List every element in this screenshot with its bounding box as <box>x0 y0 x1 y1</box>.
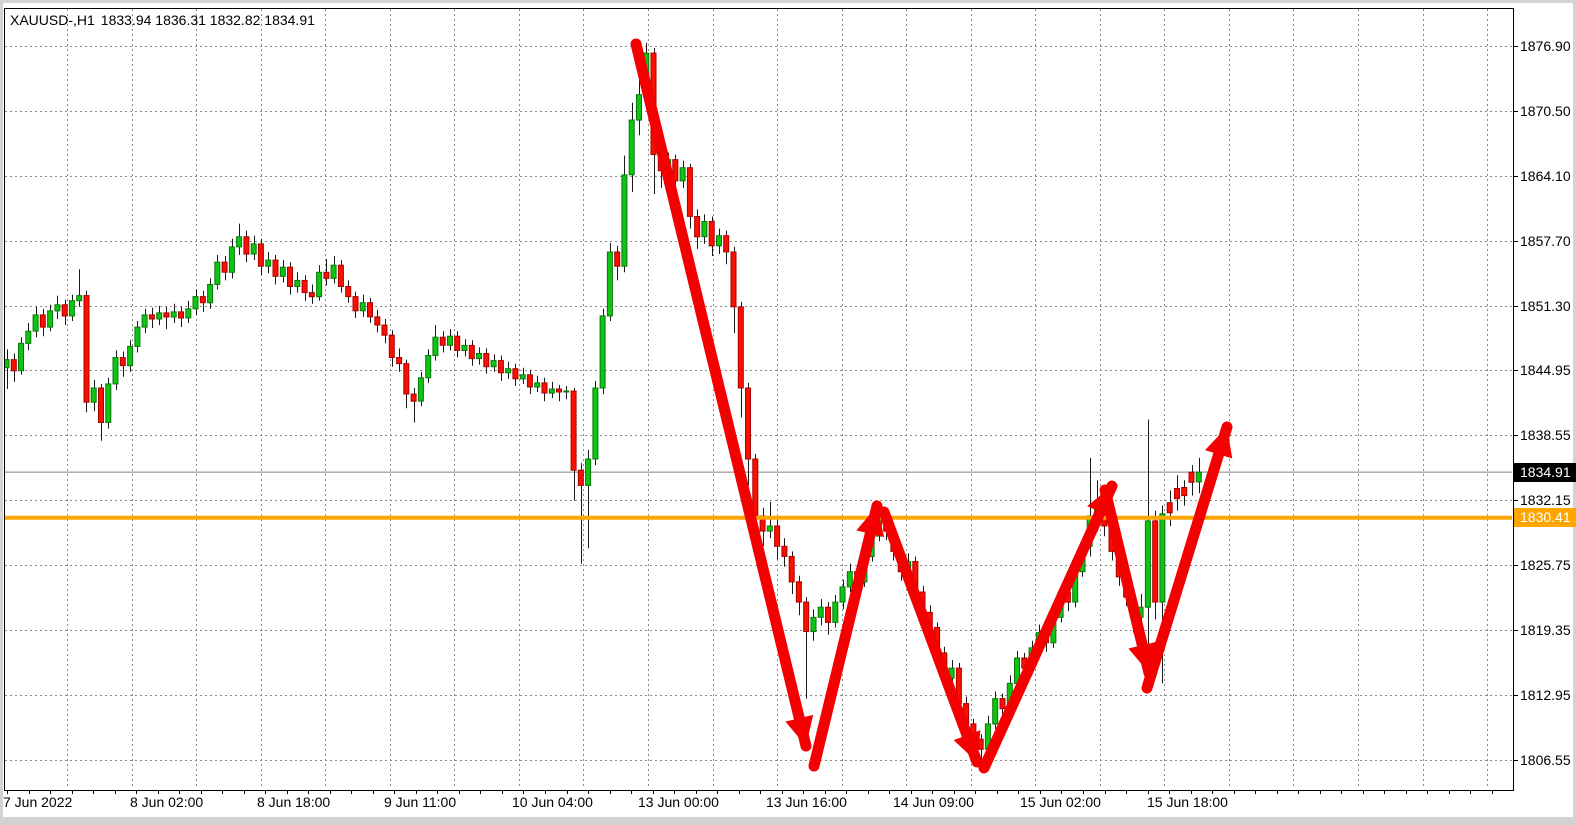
price-label: 1851.30 <box>1520 298 1571 314</box>
time-label: 7 Jun 2022 <box>3 794 72 810</box>
price-label: 1825.75 <box>1520 557 1571 573</box>
hline-price-box: 1830.41 <box>1514 508 1576 527</box>
price-label: 1838.55 <box>1520 427 1571 443</box>
chart-title-symbol: XAUUSD-,H1 <box>10 12 95 28</box>
candle <box>607 243 612 321</box>
time-label: 9 Jun 11:00 <box>384 794 456 810</box>
chart-title-ohlc: 1833.94 1836.31 1832.82 1834.91 <box>101 12 315 28</box>
price-label: 1864.10 <box>1520 168 1571 184</box>
price-label: 1812.95 <box>1520 687 1571 703</box>
price-label: 1876.90 <box>1520 38 1571 54</box>
time-label: 15 Jun 02:00 <box>1020 794 1101 810</box>
candle <box>84 291 89 413</box>
time-label: 13 Jun 00:00 <box>638 794 719 810</box>
candle <box>593 381 598 465</box>
price-label: 1806.55 <box>1520 752 1571 768</box>
candle <box>600 309 605 394</box>
candle <box>19 337 24 375</box>
price-label: 1870.50 <box>1520 103 1571 119</box>
chart-window: XAUUSD-,H1 1833.94 1836.31 1832.82 1834.9… <box>0 0 1576 825</box>
time-label: 15 Jun 18:00 <box>1147 794 1228 810</box>
chart-title: XAUUSD-,H1 1833.94 1836.31 1832.82 1834.9… <box>10 12 321 28</box>
time-label: 13 Jun 16:00 <box>766 794 847 810</box>
time-label: 10 Jun 04:00 <box>512 794 593 810</box>
time-label: 8 Jun 02:00 <box>130 794 203 810</box>
price-label: 1857.70 <box>1520 233 1571 249</box>
time-label: 14 Jun 09:00 <box>893 794 974 810</box>
bid-price-box: 1834.91 <box>1514 463 1576 482</box>
price-label: 1832.15 <box>1520 492 1571 508</box>
time-label: 8 Jun 18:00 <box>257 794 330 810</box>
price-label: 1819.35 <box>1520 622 1571 638</box>
price-chart[interactable] <box>0 0 1576 825</box>
price-label: 1844.95 <box>1520 362 1571 378</box>
candle <box>106 378 111 429</box>
